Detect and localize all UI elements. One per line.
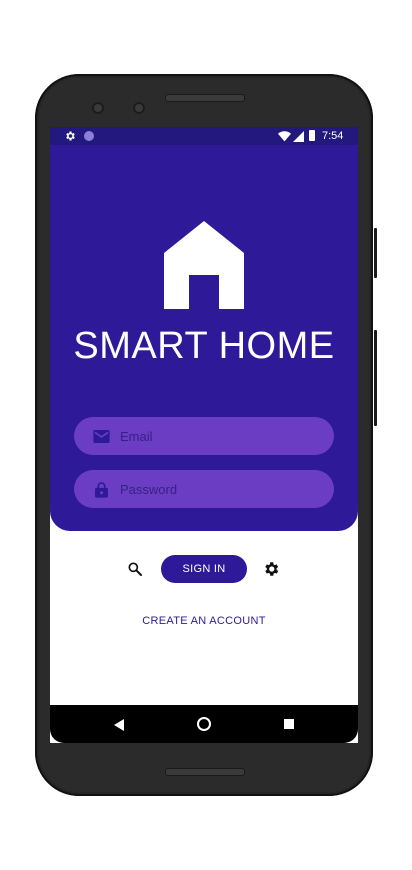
email-field[interactable] — [74, 417, 334, 455]
top-speaker — [165, 94, 245, 102]
password-field[interactable] — [74, 470, 334, 508]
back-icon[interactable] — [114, 718, 124, 736]
mail-icon — [92, 427, 110, 445]
home-icon[interactable] — [197, 717, 211, 731]
bottom-speaker — [165, 768, 245, 776]
search-icon[interactable] — [127, 561, 143, 582]
screen: 7:54 SMART HOME SIGN IN — [50, 127, 358, 743]
create-account-link[interactable]: CREATE AN ACCOUNT — [50, 615, 358, 627]
lock-icon — [92, 480, 110, 498]
wifi-icon — [278, 131, 291, 145]
recents-icon[interactable] — [284, 719, 294, 729]
front-camera-icon — [92, 102, 104, 114]
status-bar: 7:54 — [50, 127, 358, 145]
home-icon — [164, 221, 244, 314]
login-actions: SIGN IN — [50, 555, 358, 583]
signal-icon — [293, 131, 304, 145]
gear-icon — [64, 130, 76, 145]
circle-icon — [84, 131, 94, 141]
front-sensor-icon — [133, 102, 145, 114]
sign-in-button[interactable]: SIGN IN — [161, 555, 247, 583]
settings-gear-icon[interactable] — [262, 560, 280, 583]
hero-panel: SMART HOME — [50, 145, 358, 531]
status-time: 7:54 — [322, 130, 344, 142]
volume-button — [374, 330, 377, 426]
password-input[interactable] — [120, 481, 320, 497]
battery-icon — [309, 130, 315, 141]
navigation-bar — [50, 705, 358, 743]
power-button — [374, 228, 377, 278]
email-input[interactable] — [120, 428, 320, 444]
app-title: SMART HOME — [73, 325, 335, 367]
